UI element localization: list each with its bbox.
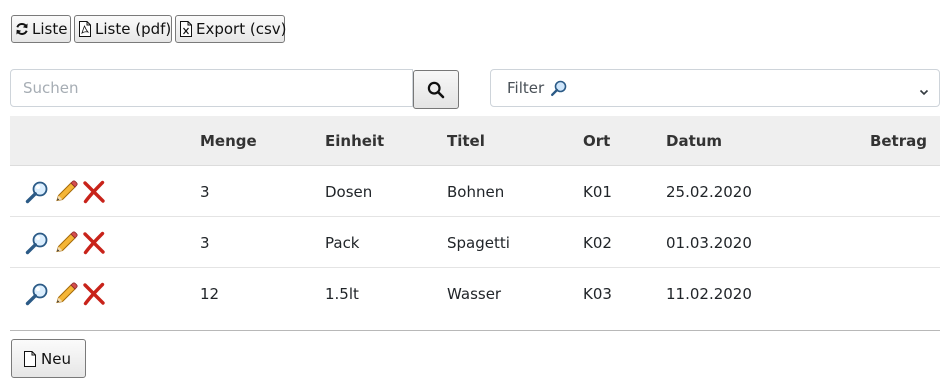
table-header: Menge Einheit Titel Ort Datum Betrag bbox=[10, 116, 940, 166]
table-row: 3 Dosen Bohnen K01 25.02.2020 bbox=[10, 166, 940, 217]
edit-pencil-icon[interactable] bbox=[53, 180, 79, 204]
pdf-list-label: Liste (pdf) bbox=[95, 20, 172, 38]
column-header-ort[interactable]: Ort bbox=[583, 132, 610, 150]
cell-titel: Bohnen bbox=[447, 183, 505, 201]
refresh-list-button[interactable]: Liste bbox=[11, 15, 71, 43]
column-header-betrag[interactable]: Betrag bbox=[870, 132, 927, 150]
row-actions bbox=[24, 282, 106, 306]
refresh-list-label: Liste bbox=[32, 20, 68, 38]
excel-file-icon bbox=[179, 21, 193, 37]
cell-menge: 3 bbox=[200, 183, 210, 201]
cell-titel: Wasser bbox=[447, 285, 502, 303]
column-header-titel[interactable]: Titel bbox=[447, 132, 485, 150]
view-magnifier-icon[interactable] bbox=[24, 231, 50, 255]
cell-ort: K03 bbox=[583, 285, 612, 303]
cell-menge: 12 bbox=[200, 285, 220, 303]
cell-titel: Spagetti bbox=[447, 234, 510, 252]
magnifier-icon bbox=[550, 79, 568, 97]
column-header-menge[interactable]: Menge bbox=[200, 132, 257, 150]
chevron-down-icon bbox=[919, 83, 929, 101]
filter-select[interactable]: Filter bbox=[490, 69, 940, 107]
filter-select-label: Filter bbox=[507, 79, 545, 97]
view-magnifier-icon[interactable] bbox=[24, 180, 50, 204]
cell-einheit: 1.5lt bbox=[325, 285, 359, 303]
delete-x-icon[interactable] bbox=[82, 282, 106, 306]
search-button[interactable] bbox=[413, 70, 459, 109]
pdf-list-button[interactable]: Liste (pdf) bbox=[74, 15, 172, 43]
search-icon bbox=[427, 81, 445, 99]
cell-ort: K02 bbox=[583, 234, 612, 252]
export-csv-label: Export (csv) bbox=[196, 20, 287, 38]
edit-pencil-icon[interactable] bbox=[53, 231, 79, 255]
edit-pencil-icon[interactable] bbox=[53, 282, 79, 306]
column-header-datum[interactable]: Datum bbox=[666, 132, 722, 150]
cell-datum: 11.02.2020 bbox=[666, 285, 752, 303]
cell-datum: 01.03.2020 bbox=[666, 234, 752, 252]
table-row: 3 Pack Spagetti K02 01.03.2020 bbox=[10, 217, 940, 268]
row-actions bbox=[24, 231, 106, 255]
refresh-icon bbox=[15, 22, 29, 36]
search-input[interactable] bbox=[10, 69, 413, 107]
export-csv-button[interactable]: Export (csv) bbox=[175, 15, 287, 43]
new-file-icon bbox=[23, 350, 37, 367]
delete-x-icon[interactable] bbox=[82, 231, 106, 255]
table-row: 12 1.5lt Wasser K03 11.02.2020 bbox=[10, 268, 940, 331]
cell-ort: K01 bbox=[583, 183, 612, 201]
view-magnifier-icon[interactable] bbox=[24, 282, 50, 306]
column-header-einheit[interactable]: Einheit bbox=[325, 132, 384, 150]
cell-einheit: Dosen bbox=[325, 183, 373, 201]
new-entry-button[interactable]: Neu bbox=[11, 339, 86, 378]
cell-menge: 3 bbox=[200, 234, 210, 252]
row-actions bbox=[24, 180, 106, 204]
cell-einheit: Pack bbox=[325, 234, 360, 252]
pdf-file-icon bbox=[78, 21, 92, 37]
new-entry-label: Neu bbox=[41, 349, 71, 368]
delete-x-icon[interactable] bbox=[82, 180, 106, 204]
cell-datum: 25.02.2020 bbox=[666, 183, 752, 201]
